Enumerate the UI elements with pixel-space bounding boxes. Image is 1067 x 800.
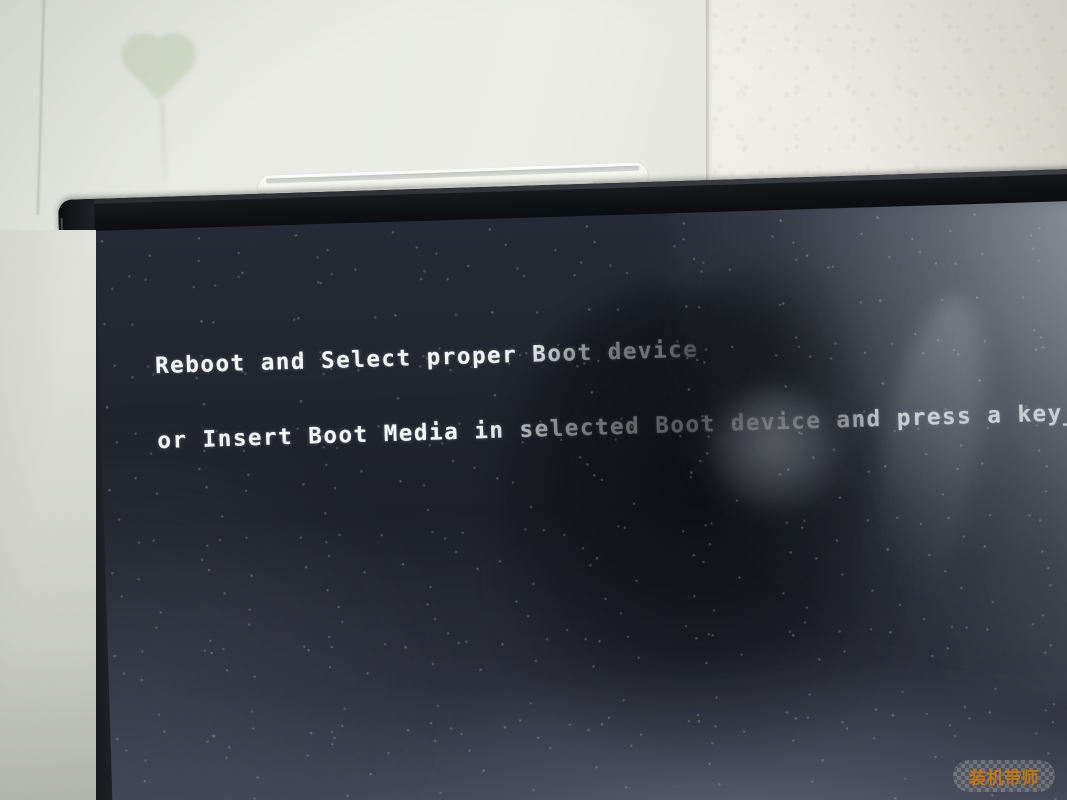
heart-balloon-decal [112,36,204,179]
watermark-label: 装机带师 [969,768,1039,789]
photo-watermark: 装机带师 [953,760,1055,792]
screen-dust-speckles [92,198,1067,800]
photo-scene: Reboot and Select proper Boot device or … [0,0,1067,800]
desktop-monitor: Reboot and Select proper Boot device or … [58,167,1067,800]
monitor-screen: Reboot and Select proper Boot device or … [92,198,1067,800]
wall-strip-left-shading [0,230,96,800]
heart-icon [116,36,200,114]
